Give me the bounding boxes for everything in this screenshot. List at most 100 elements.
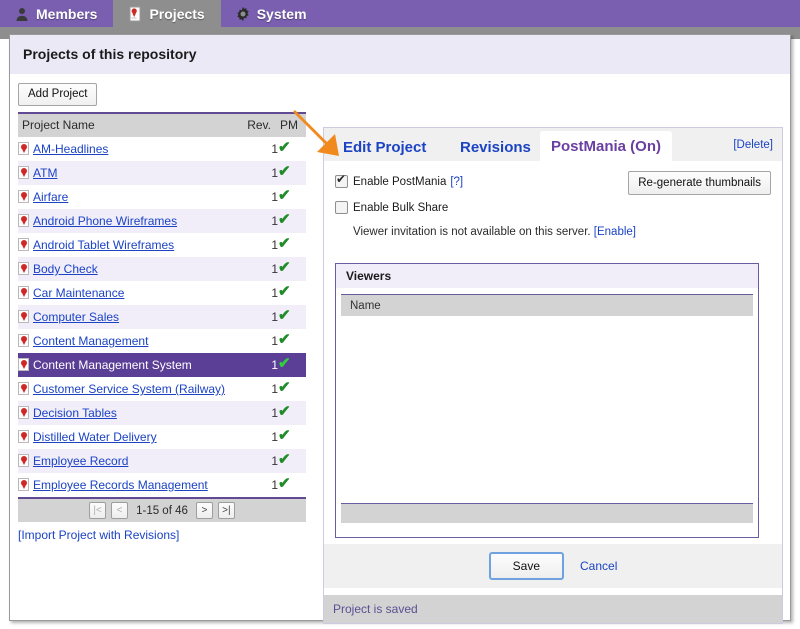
project-rev-cell: 1 xyxy=(244,281,278,305)
project-name-link[interactable]: Content Management xyxy=(33,334,148,348)
enable-postmania-checkbox[interactable] xyxy=(335,172,348,188)
table-row[interactable]: Distilled Water Delivery 1 xyxy=(18,425,306,449)
project-name-link[interactable]: Android Phone Wireframes xyxy=(33,214,177,228)
project-name-link[interactable]: Airfare xyxy=(33,190,68,204)
table-row[interactable]: AM-Headlines 1 xyxy=(18,137,306,161)
column-header-name: Project Name xyxy=(18,112,244,137)
nav-tab-system[interactable]: System xyxy=(221,0,323,27)
project-name-cell[interactable]: ATM xyxy=(18,161,244,185)
project-name-cell[interactable]: Customer Service System (Railway) xyxy=(18,377,244,401)
postmania-help-link[interactable]: [?] xyxy=(450,176,463,188)
project-name-link[interactable]: Distilled Water Delivery xyxy=(33,430,157,444)
cancel-link[interactable]: Cancel xyxy=(580,559,617,573)
project-name-link[interactable]: ATM xyxy=(33,166,57,180)
project-doc-icon xyxy=(18,478,29,491)
project-name-link[interactable]: Decision Tables xyxy=(33,406,117,420)
check-icon xyxy=(278,138,291,156)
table-row[interactable]: Android Tablet Wireframes 1 xyxy=(18,233,306,257)
project-name-link[interactable]: Customer Service System (Railway) xyxy=(33,382,225,396)
check-icon xyxy=(278,258,291,276)
table-row[interactable]: Body Check 1 xyxy=(18,257,306,281)
nav-tab-system-label: System xyxy=(256,5,307,22)
tab-postmania[interactable]: PostMania (On) xyxy=(540,131,673,161)
user-icon xyxy=(14,6,30,22)
status-message: Project is saved xyxy=(333,602,418,616)
check-icon xyxy=(278,162,291,180)
enable-bulk-share-row[interactable]: Enable Bulk Share xyxy=(335,201,448,214)
pager-next-button[interactable]: > xyxy=(195,502,213,519)
table-row[interactable]: Employee Record 1 xyxy=(18,449,306,473)
check-icon xyxy=(278,210,291,228)
table-row[interactable]: Android Phone Wireframes 1 xyxy=(18,209,306,233)
enable-bulk-share-label: Enable Bulk Share xyxy=(353,201,449,214)
pager-prev-button[interactable]: < xyxy=(111,502,129,519)
project-name-link[interactable]: Employee Records Management xyxy=(33,478,208,492)
check-icon xyxy=(278,234,291,252)
project-name-cell[interactable]: AM-Headlines xyxy=(18,137,244,161)
table-row[interactable]: Car Maintenance 1 xyxy=(18,281,306,305)
enable-postmania-row[interactable]: Enable PostMania [?] xyxy=(335,172,463,188)
project-rev-cell: 1 xyxy=(244,305,278,329)
regenerate-thumbnails-button[interactable]: Re-generate thumbnails xyxy=(628,171,771,195)
project-name-link[interactable]: Body Check xyxy=(33,262,98,276)
project-rev-cell: 1 xyxy=(244,401,278,425)
viewers-list-body[interactable] xyxy=(336,316,758,503)
table-row[interactable]: Customer Service System (Railway) 1 xyxy=(18,377,306,401)
project-pm-cell xyxy=(278,305,306,329)
project-name-link[interactable]: Computer Sales xyxy=(33,310,119,324)
project-name-cell[interactable]: Android Tablet Wireframes xyxy=(18,233,244,257)
project-name-cell[interactable]: Computer Sales xyxy=(18,305,244,329)
project-pm-cell xyxy=(278,353,306,377)
project-name-cell[interactable]: Distilled Water Delivery xyxy=(18,425,244,449)
project-pm-cell xyxy=(278,401,306,425)
table-row[interactable]: ATM 1 xyxy=(18,161,306,185)
gear-icon xyxy=(235,6,251,22)
project-name-cell[interactable]: Employee Record xyxy=(18,449,244,473)
table-row[interactable]: Content Management System 1 xyxy=(18,353,306,377)
table-row[interactable]: Computer Sales 1 xyxy=(18,305,306,329)
nav-tab-projects[interactable]: Projects xyxy=(113,0,221,27)
table-row[interactable]: Airfare 1 xyxy=(18,185,306,209)
pager-first-button[interactable]: |< xyxy=(89,502,107,519)
project-doc-icon xyxy=(18,358,29,371)
add-project-button[interactable]: Add Project xyxy=(18,83,98,106)
project-doc-icon xyxy=(18,454,29,467)
project-name-cell[interactable]: Airfare xyxy=(18,185,244,209)
pager-last-button[interactable]: >| xyxy=(217,502,235,519)
nav-tab-members[interactable]: Members xyxy=(0,0,113,27)
project-doc-icon xyxy=(18,166,29,179)
enable-bulk-share-checkbox[interactable] xyxy=(335,201,348,214)
table-row[interactable]: Employee Records Management 1 xyxy=(18,473,306,497)
check-icon xyxy=(278,426,291,444)
table-row[interactable]: Decision Tables 1 xyxy=(18,401,306,425)
import-project-link[interactable]: [Import Project with Revisions] xyxy=(18,528,179,542)
project-name-link[interactable]: Employee Record xyxy=(33,454,128,468)
project-pm-cell xyxy=(278,449,306,473)
project-name-cell[interactable]: Decision Tables xyxy=(18,401,244,425)
delete-project-link[interactable]: [Delete] xyxy=(733,139,773,151)
project-pm-cell xyxy=(278,329,306,353)
project-name-link[interactable]: Android Tablet Wireframes xyxy=(33,238,174,252)
project-name-cell[interactable]: Content Management xyxy=(18,329,244,353)
project-doc-icon xyxy=(18,406,29,419)
project-name-link[interactable]: AM-Headlines xyxy=(33,142,108,156)
check-icon xyxy=(278,402,291,420)
project-name-cell[interactable]: Employee Records Management xyxy=(18,473,244,497)
save-button[interactable]: Save xyxy=(488,552,564,580)
project-name-cell[interactable]: Content Management System xyxy=(18,353,244,377)
tab-edit-project[interactable]: Edit Project xyxy=(332,133,437,161)
project-name-cell[interactable]: Android Phone Wireframes xyxy=(18,209,244,233)
project-name-link[interactable]: Car Maintenance xyxy=(33,286,124,300)
project-name-cell[interactable]: Car Maintenance xyxy=(18,281,244,305)
project-table-header: Project Name Rev. PM xyxy=(18,112,306,137)
project-pm-cell xyxy=(278,209,306,233)
project-name-link[interactable]: Content Management System xyxy=(33,358,192,372)
project-name-cell[interactable]: Body Check xyxy=(18,257,244,281)
table-row[interactable]: Content Management 1 xyxy=(18,329,306,353)
project-doc-icon xyxy=(18,142,29,155)
viewer-invitation-enable-link[interactable]: [Enable] xyxy=(594,226,636,238)
tab-revisions[interactable]: Revisions xyxy=(449,133,542,161)
project-rev-cell: 1 xyxy=(244,473,278,497)
project-doc-icon xyxy=(18,286,29,299)
top-navigation-bar: Members Projects System xyxy=(0,0,800,27)
